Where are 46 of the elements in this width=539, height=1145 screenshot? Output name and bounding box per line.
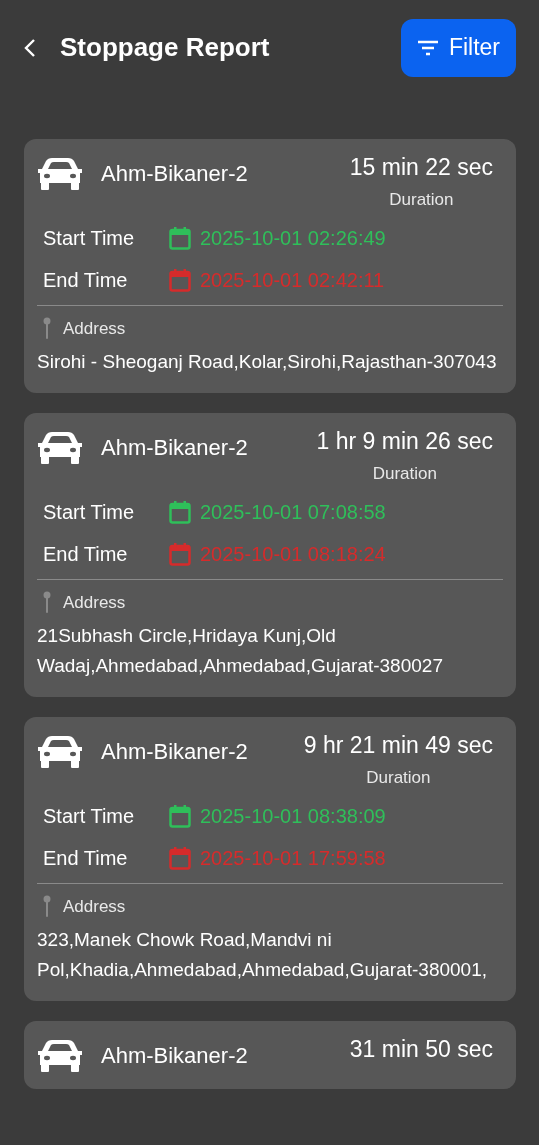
back-icon — [24, 37, 36, 58]
duration-value: 1 hr 9 min 26 sec — [316, 427, 493, 456]
address-label: Address — [63, 591, 126, 614]
calendar-icon — [169, 541, 191, 566]
end-time-label: End Time — [43, 845, 129, 871]
start-time-label: Start Time — [43, 499, 136, 525]
car-icon — [37, 1039, 83, 1073]
end-time-value: 2025-10-01 08:18:24 — [200, 541, 386, 567]
duration-value: 9 hr 21 min 49 sec — [303, 731, 493, 760]
vehicle-name: Ahm-Bikaner-2 — [101, 160, 248, 188]
calendar-icon — [169, 499, 191, 524]
page-title: Stoppage Report — [60, 31, 270, 64]
start-time-label: Start Time — [43, 225, 136, 251]
car-icon — [37, 431, 83, 465]
calendar-icon — [169, 803, 191, 828]
start-time-label: Start Time — [43, 803, 136, 829]
duration-value: 31 min 50 sec — [349, 1035, 493, 1064]
address-label: Address — [63, 895, 126, 918]
car-icon — [37, 735, 83, 769]
start-time-value: 2025-10-01 02:26:49 — [200, 225, 386, 251]
pin-icon — [43, 895, 51, 918]
car-icon — [37, 157, 83, 191]
duration-label: Duration — [372, 463, 437, 485]
start-time-value: 2025-10-01 07:08:58 — [200, 499, 386, 525]
filter-button[interactable]: Filter — [400, 18, 516, 77]
calendar-icon — [169, 225, 191, 250]
end-time-label: End Time — [43, 267, 129, 293]
start-time-value: 2025-10-01 08:38:09 — [200, 803, 386, 829]
pin-icon — [43, 591, 51, 614]
address-text: Sirohi - Sheoganj Road,Kolar,Sirohi,Rajasthan-307043 — [37, 350, 498, 374]
address-text: 21Subhash Circle,Hridaya Kunj,Old Wadaj,Ahmedabad,Ahmedabad,Gujarat-380027 — [37, 624, 444, 678]
vehicle-name: Ahm-Bikaner-2 — [101, 434, 248, 462]
address-text: 323,Manek Chowk Road,Mandvi ni Pol,Khadia,Ahmedabad,Ahmedabad,Gujarat-380001, — [37, 928, 488, 982]
duration-value: 15 min 22 sec — [349, 153, 493, 182]
calendar-icon — [169, 267, 191, 292]
duration-label: Duration — [366, 767, 431, 789]
end-time-value: 2025-10-01 02:42:11 — [200, 267, 385, 293]
filter-icon — [416, 39, 439, 56]
end-time-label: End Time — [43, 541, 129, 567]
calendar-icon — [169, 845, 191, 870]
vehicle-name: Ahm-Bikaner-2 — [101, 1042, 248, 1070]
end-time-value: 2025-10-01 17:59:58 — [200, 845, 386, 871]
address-label: Address — [63, 317, 126, 340]
pin-icon — [43, 317, 51, 340]
vehicle-name: Ahm-Bikaner-2 — [101, 738, 248, 766]
duration-label: Duration — [389, 189, 454, 211]
